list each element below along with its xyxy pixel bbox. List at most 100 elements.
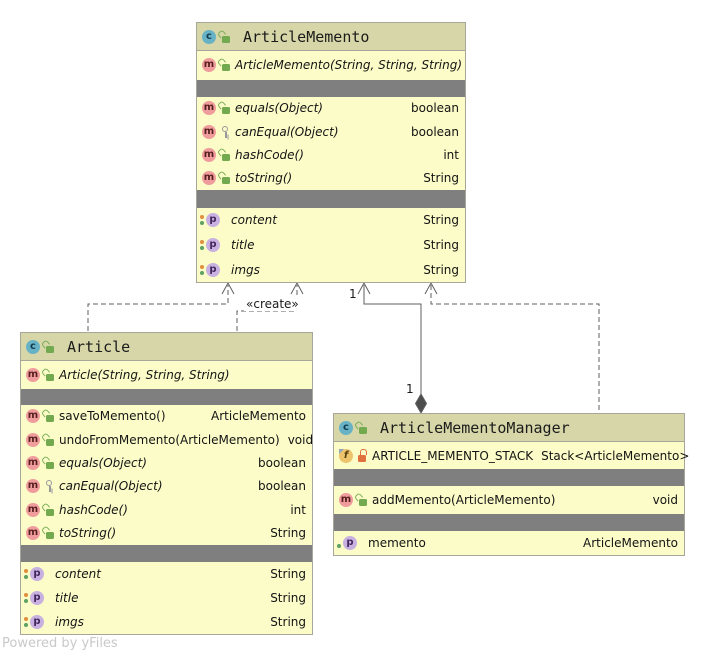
property-row[interactable]: p content String bbox=[197, 208, 465, 233]
protected-key-icon bbox=[220, 125, 231, 139]
property-name: imgs bbox=[55, 615, 84, 629]
getter-setter-dots-icon bbox=[200, 240, 205, 250]
constructor-row[interactable]: m ArticleMemento(String, String, String) bbox=[197, 51, 465, 80]
dependency-edge-manager-to-memento[interactable] bbox=[431, 285, 599, 412]
getter-setter-dots-icon bbox=[200, 265, 205, 275]
method-return-type: void bbox=[280, 433, 313, 447]
method-row[interactable]: m canEqual(Object) boolean bbox=[197, 120, 465, 143]
getter-setter-dots-icon bbox=[200, 215, 205, 225]
method-icon: m bbox=[26, 479, 40, 493]
getter-setter-dots-icon bbox=[24, 593, 29, 603]
class-box-article-memento[interactable]: c ArticleMemento m ArticleMemento(String… bbox=[196, 22, 466, 283]
compartment-separator bbox=[334, 469, 684, 486]
property-row[interactable]: p memento ArticleMemento bbox=[334, 531, 684, 555]
method-row[interactable]: m hashCode() int bbox=[197, 143, 465, 166]
method-name: undoFromMemento(ArticleMemento) bbox=[59, 433, 280, 447]
property-name: memento bbox=[368, 536, 426, 550]
method-return-type: int bbox=[435, 148, 459, 162]
class-icon: c bbox=[202, 30, 216, 44]
class-box-article[interactable]: c Article m Article(String, String, Stri… bbox=[20, 332, 313, 635]
method-name: hashCode() bbox=[235, 148, 304, 162]
method-row[interactable]: m addMemento(ArticleMemento) void bbox=[334, 486, 684, 513]
method-row[interactable]: m hashCode() int bbox=[21, 498, 312, 521]
method-icon: m bbox=[339, 493, 353, 507]
property-type: String bbox=[262, 615, 306, 629]
property-row[interactable]: p title String bbox=[197, 233, 465, 258]
class-header[interactable]: c ArticleMementoManager bbox=[334, 414, 684, 442]
property-name: imgs bbox=[231, 263, 260, 277]
class-header[interactable]: c Article bbox=[21, 333, 312, 361]
method-icon: m bbox=[26, 409, 40, 423]
public-lock-icon bbox=[220, 101, 231, 115]
method-row[interactable]: m toString() String bbox=[21, 521, 312, 544]
property-row[interactable]: p content String bbox=[21, 562, 312, 586]
uml-diagram-canvas: «create» 1 1 c ArticleMemento m ArticleM… bbox=[0, 0, 707, 656]
method-icon: m bbox=[26, 526, 40, 540]
compartment-separator bbox=[21, 545, 312, 562]
compartment-separator bbox=[21, 389, 312, 405]
multiplicity-label-manager-end: 1 bbox=[406, 382, 414, 396]
getter-setter-dots-icon bbox=[24, 569, 29, 579]
method-row[interactable]: m equals(Object) boolean bbox=[21, 451, 312, 474]
public-lock-icon bbox=[44, 409, 55, 423]
method-return-type: boolean bbox=[403, 125, 459, 139]
method-name: toString() bbox=[235, 171, 292, 185]
composition-diamond bbox=[416, 394, 427, 413]
method-return-type: int bbox=[282, 503, 306, 517]
property-name: title bbox=[231, 238, 254, 252]
method-icon: m bbox=[202, 58, 216, 72]
class-icon: c bbox=[339, 421, 353, 435]
static-field-icon: f bbox=[339, 449, 353, 463]
public-lock-icon bbox=[357, 493, 368, 507]
create-stereotype-label: «create» bbox=[244, 297, 301, 311]
method-row[interactable]: m saveToMemento() ArticleMemento bbox=[21, 405, 312, 428]
method-icon: m bbox=[202, 171, 216, 185]
class-title: Article bbox=[67, 338, 130, 356]
method-row[interactable]: m equals(Object) boolean bbox=[197, 97, 465, 120]
class-title: ArticleMemento bbox=[243, 28, 369, 46]
property-icon: p bbox=[30, 567, 44, 581]
property-type: String bbox=[415, 213, 459, 227]
public-lock-icon bbox=[44, 433, 55, 447]
public-lock-icon bbox=[44, 368, 55, 382]
property-row[interactable]: p imgs String bbox=[21, 610, 312, 634]
method-icon: m bbox=[26, 503, 40, 517]
method-name: equals(Object) bbox=[59, 456, 147, 470]
method-icon: m bbox=[26, 456, 40, 470]
property-icon: p bbox=[343, 536, 357, 550]
method-name: saveToMemento() bbox=[59, 409, 166, 423]
method-row[interactable]: m undoFromMemento(ArticleMemento) void bbox=[21, 428, 312, 451]
property-icon: p bbox=[206, 213, 220, 227]
constructor-name: ArticleMemento(String, String, String) bbox=[235, 58, 462, 72]
class-box-article-memento-manager[interactable]: c ArticleMementoManager f ARTICLE_MEMENT… bbox=[333, 413, 685, 556]
property-row[interactable]: p imgs String bbox=[197, 257, 465, 282]
dependency-edge-article-to-memento[interactable] bbox=[88, 285, 228, 331]
property-type: String bbox=[415, 263, 459, 277]
method-icon: m bbox=[202, 148, 216, 162]
multiplicity-label-memento-end: 1 bbox=[349, 287, 357, 301]
method-name: hashCode() bbox=[59, 503, 128, 517]
method-icon: m bbox=[202, 101, 216, 115]
constructor-name: Article(String, String, String) bbox=[59, 368, 230, 382]
method-row[interactable]: m canEqual(Object) boolean bbox=[21, 475, 312, 498]
method-return-type: String bbox=[415, 171, 459, 185]
field-row[interactable]: f ARTICLE_MEMENTO_STACK Stack<ArticleMem… bbox=[334, 442, 684, 469]
property-name: content bbox=[231, 213, 277, 227]
public-lock-icon bbox=[220, 148, 231, 162]
compartment-separator bbox=[197, 190, 465, 208]
public-lock-icon bbox=[220, 171, 231, 185]
property-type: String bbox=[262, 591, 306, 605]
method-row[interactable]: m toString() String bbox=[197, 167, 465, 190]
property-icon: p bbox=[30, 615, 44, 629]
constructor-row[interactable]: m Article(String, String, String) bbox=[21, 361, 312, 389]
class-header[interactable]: c ArticleMemento bbox=[197, 23, 465, 51]
property-icon: p bbox=[206, 263, 220, 277]
property-row[interactable]: p title String bbox=[21, 586, 312, 610]
public-lock-icon bbox=[220, 58, 231, 72]
protected-key-icon bbox=[44, 479, 55, 493]
public-lock-icon bbox=[44, 503, 55, 517]
property-icon: p bbox=[206, 238, 220, 252]
method-return-type: boolean bbox=[250, 479, 306, 493]
property-type: String bbox=[262, 567, 306, 581]
composition-edge-manager-to-memento[interactable] bbox=[364, 285, 421, 395]
